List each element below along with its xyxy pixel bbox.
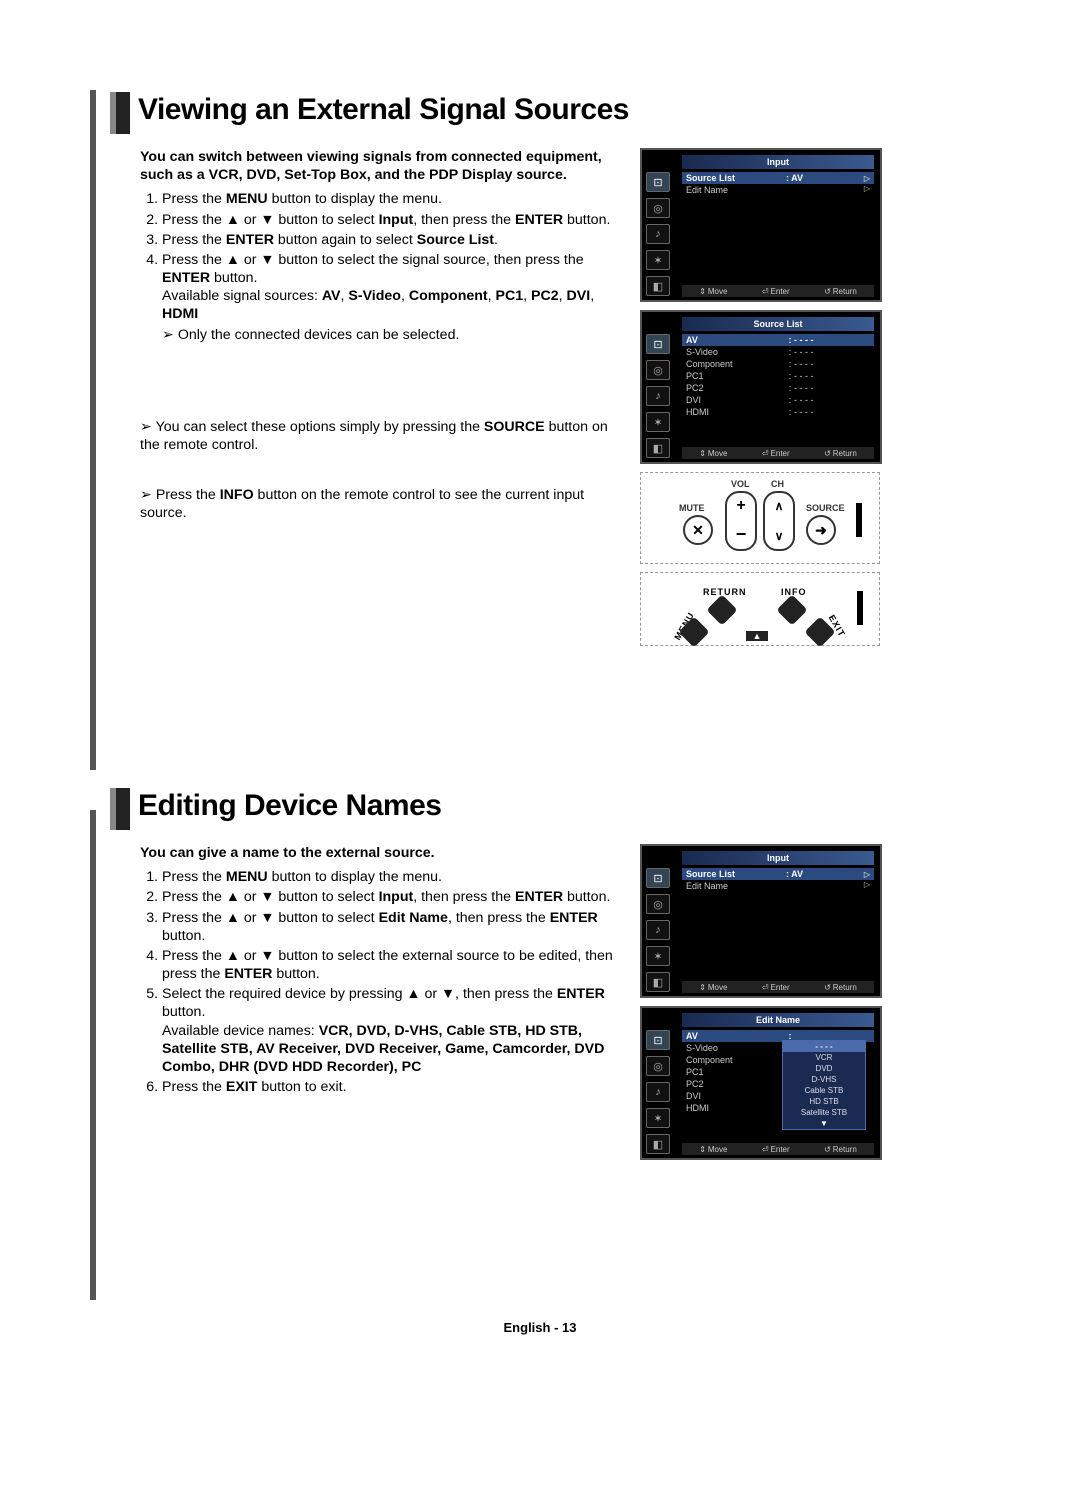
osd-edit-name: Edit Name ⊡ ◎ ♪ ✶ ◧ AV: S-Video: Compone… (640, 1006, 882, 1160)
section1-note1: Only the connected devices can be select… (162, 326, 630, 344)
left-accent-bar-2 (90, 810, 96, 1300)
section1-steps: Press the MENU button to display the men… (140, 190, 630, 323)
osd-footer: Move Enter Return (682, 285, 874, 297)
setup-icon: ✶ (646, 412, 670, 432)
chevyron-down-icon[interactable]: ▼ (783, 1118, 865, 1129)
heading-accent (110, 788, 130, 830)
osd-input-menu: Input ⊡ ◎ ♪ ✶ ◧ Source List : AV ▷ Edit … (640, 148, 882, 302)
osd-row-edit-name[interactable]: Edit Name ▷ (682, 184, 874, 196)
right-arrow-icon: ▷ (864, 184, 870, 193)
list-item[interactable]: S-Video:- - - - (682, 346, 874, 358)
osd-sidebar-icons: ⊡ ◎ ♪ ✶ ◧ (646, 334, 678, 458)
picture-icon: ◎ (646, 1056, 670, 1076)
step-4: Press the ▲ or ▼ button to select the si… (162, 251, 630, 324)
pip-icon: ◧ (646, 1134, 670, 1154)
setup-icon: ✶ (646, 946, 670, 966)
heading-accent (110, 92, 130, 134)
right-arrow-icon: ▷ (864, 174, 870, 183)
step-1: Press the MENU button to display the men… (162, 190, 630, 208)
osd-title: Edit Name (682, 1013, 874, 1027)
return-button[interactable] (706, 594, 737, 625)
section2-steps: Press the MENU button to display the men… (140, 868, 630, 1096)
device-name-popup: - - - - VCR DVD D-VHS Cable STB HD STB S… (782, 1040, 866, 1130)
right-arrow-icon: ▷ (864, 880, 870, 889)
input-icon: ⊡ (646, 334, 670, 354)
highlight-marker (856, 503, 862, 537)
setup-icon: ✶ (646, 250, 670, 270)
step-4: Press the ▲ or ▼ button to select the ex… (162, 947, 630, 983)
input-icon: ⊡ (646, 172, 670, 192)
highlight-marker (857, 591, 863, 625)
source-button[interactable]: ➜ (806, 515, 836, 545)
section1-intro: You can switch between viewing signals f… (140, 148, 630, 184)
osd-title: Input (682, 155, 874, 169)
sound-icon: ♪ (646, 1082, 670, 1102)
mute-button[interactable]: ✕ (683, 515, 713, 545)
step-6: Press the EXIT button to exit. (162, 1078, 630, 1096)
section2-intro: You can give a name to the external sour… (140, 844, 630, 862)
popup-item[interactable]: VCR (783, 1052, 865, 1063)
picture-icon: ◎ (646, 360, 670, 380)
osd-source-list: Source List ⊡ ◎ ♪ ✶ ◧ AV:- - - - S-Video… (640, 310, 882, 464)
step-1: Press the MENU button to display the men… (162, 868, 630, 886)
osd-footer: Move Enter Return (682, 981, 874, 993)
popup-item[interactable]: HD STB (783, 1096, 865, 1107)
sound-icon: ♪ (646, 386, 670, 406)
popup-item[interactable]: Satellite STB (783, 1107, 865, 1118)
remote-diagram-2: RETURN INFO MENU EXIT ▲ (640, 572, 880, 646)
list-item[interactable]: PC2:- - - - (682, 382, 874, 394)
step-2: Press the ▲ or ▼ button to select Input,… (162, 888, 630, 906)
section1-note2: You can select these options simply by p… (140, 418, 630, 454)
osd-row-source-list[interactable]: Source List : AV ▷ (682, 172, 874, 184)
step-5: Select the required device by pressing ▲… (162, 985, 630, 1076)
pip-icon: ◧ (646, 438, 670, 458)
picture-icon: ◎ (646, 198, 670, 218)
osd-input-menu-2: Input ⊡ ◎ ♪ ✶ ◧ Source List : AV ▷ Edit … (640, 844, 882, 998)
osd-title: Source List (682, 317, 874, 331)
sound-icon: ♪ (646, 920, 670, 940)
section1-title: Viewing an External Signal Sources (138, 93, 629, 127)
popup-item[interactable]: Cable STB (783, 1085, 865, 1096)
remote-diagram-1: VOL CH MUTE SOURCE ✕ +− ∧∨ ➜ (640, 472, 880, 564)
osd-row-edit-name[interactable]: Edit Name ▷ (682, 880, 874, 892)
section2-title: Editing Device Names (138, 789, 441, 823)
input-icon: ⊡ (646, 1030, 670, 1050)
popup-item[interactable]: DVD (783, 1063, 865, 1074)
page-footer: English - 13 (0, 1320, 1080, 1335)
pip-icon: ◧ (646, 972, 670, 992)
osd-row-source-list[interactable]: Source List : AV ▷ (682, 868, 874, 880)
section1-note3: Press the INFO button on the remote cont… (140, 486, 630, 522)
ch-button[interactable]: ∧∨ (763, 491, 795, 551)
osd-sidebar-icons: ⊡ ◎ ♪ ✶ ◧ (646, 1030, 678, 1154)
osd-sidebar-icons: ⊡ ◎ ♪ ✶ ◧ (646, 868, 678, 992)
source-label: SOURCE (806, 503, 845, 513)
popup-item[interactable]: - - - - (783, 1041, 865, 1052)
right-arrow-icon: ▷ (864, 870, 870, 879)
info-button[interactable] (776, 594, 807, 625)
vol-label: VOL (731, 479, 750, 489)
sound-icon: ♪ (646, 224, 670, 244)
ch-label: CH (771, 479, 784, 489)
osd-title: Input (682, 851, 874, 865)
list-item[interactable]: AV:- - - - (682, 334, 874, 346)
step-3: Press the ENTER button again to select S… (162, 231, 630, 249)
list-item[interactable]: Component:- - - - (682, 358, 874, 370)
list-item[interactable]: DVI:- - - - (682, 394, 874, 406)
left-accent-bar-1 (90, 90, 96, 770)
osd-footer: Move Enter Return (682, 1143, 874, 1155)
osd-sidebar-icons: ⊡ ◎ ♪ ✶ ◧ (646, 172, 678, 296)
setup-icon: ✶ (646, 1108, 670, 1128)
picture-icon: ◎ (646, 894, 670, 914)
pip-icon: ◧ (646, 276, 670, 296)
step-2: Press the ▲ or ▼ button to select Input,… (162, 211, 630, 229)
osd-footer: Move Enter Return (682, 447, 874, 459)
mute-label: MUTE (679, 503, 705, 513)
input-icon: ⊡ (646, 868, 670, 888)
list-item[interactable]: PC1:- - - - (682, 370, 874, 382)
step-3: Press the ▲ or ▼ button to select Edit N… (162, 909, 630, 945)
return-label: RETURN (703, 587, 747, 597)
vol-button[interactable]: +− (725, 491, 757, 551)
popup-item[interactable]: D-VHS (783, 1074, 865, 1085)
list-item[interactable]: HDMI:- - - - (682, 406, 874, 418)
